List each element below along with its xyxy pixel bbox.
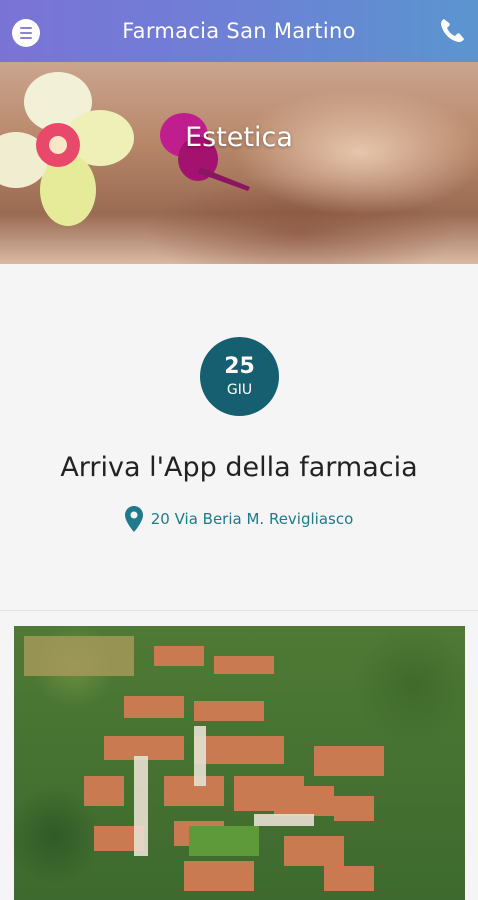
flower-image — [0, 72, 250, 226]
phone-icon[interactable] — [436, 15, 468, 47]
hero-banner: Estetica — [0, 62, 478, 264]
date-month: GIU — [226, 382, 253, 398]
aerial-town-photo[interactable] — [14, 626, 465, 900]
address-text: 20 Via Beria M. Revigliasco — [150, 510, 354, 528]
event-title: Arriva l'App della farmacia — [60, 452, 418, 483]
app-header: Farmacia San Martino — [0, 0, 478, 62]
hero-title: Estetica — [185, 122, 293, 153]
section-divider — [0, 610, 478, 611]
event-address[interactable]: 20 Via Beria M. Revigliasco — [0, 506, 478, 532]
map-pin-icon — [124, 506, 143, 532]
app-title: Farmacia San Martino — [122, 19, 356, 43]
date-badge: 25 GIU — [200, 337, 279, 416]
menu-icon[interactable] — [12, 19, 40, 47]
date-day: 25 — [224, 354, 255, 379]
